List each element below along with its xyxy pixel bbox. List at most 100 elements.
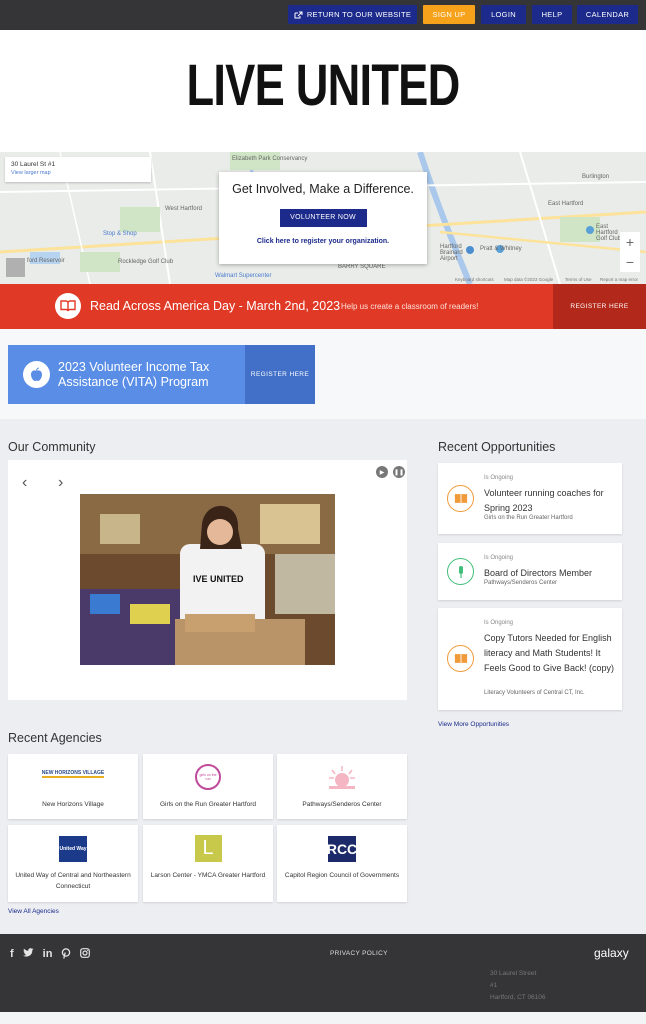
agency-card[interactable]: L Larson Center - YMCA Greater Hartford (143, 825, 273, 902)
apple-icon (23, 361, 50, 388)
view-larger-map-link[interactable]: View larger map (11, 170, 145, 176)
opportunity-org: Literacy Volunteers of Central CT, Inc. (484, 690, 585, 696)
agency-name: Girls on the Run Greater Hartford (159, 801, 257, 808)
map-address: 30 Laurel St #1 (11, 161, 56, 168)
return-to-website-button[interactable]: RETURN TO OUR WEBSITE (288, 5, 417, 24)
opportunity-tag: Is Ongoing (484, 555, 514, 561)
keyboard-shortcuts-link[interactable]: Keyboard shortcuts (455, 277, 494, 282)
twitter-icon[interactable] (22, 948, 34, 962)
login-button[interactable]: LOGIN (481, 5, 526, 24)
agency-card[interactable]: girls on the run Girls on the Run Greate… (143, 754, 273, 819)
signup-button[interactable]: SIGN UP (423, 5, 475, 24)
pinterest-icon[interactable] (61, 948, 71, 962)
get-involved-card: Get Involved, Make a Difference. VOLUNTE… (219, 172, 427, 264)
opportunity-title[interactable]: Board of Directors Member (484, 566, 618, 581)
map-label: Burlington (582, 174, 610, 180)
map-address-box: 30 Laurel St #1 View larger map (5, 157, 151, 182)
opportunity-org: Pathways/Senderos Center (484, 580, 558, 586)
street-view-icon[interactable] (6, 258, 25, 277)
register-organization-link[interactable]: Click here to register your organization… (219, 238, 427, 245)
read-across-america-banner: Read Across America Day - March 2nd, 202… (0, 284, 646, 329)
zoom-out-button[interactable]: − (620, 252, 640, 272)
agency-card[interactable]: United Way United Way of Central and Nor… (8, 825, 138, 902)
volunteer-now-button[interactable]: VOLUNTEER NOW (279, 209, 367, 227)
opportunity-title[interactable]: Volunteer running coaches for Spring 202… (484, 486, 618, 516)
map-label: West Hartford (165, 206, 202, 212)
privacy-policy-link[interactable]: PRIVACY POLICY (330, 950, 388, 957)
opportunity-org: Girls on the Run Greater Hartford (484, 515, 573, 521)
address-line: #1 (490, 982, 498, 989)
agency-logo: L (143, 835, 273, 862)
pause-icon[interactable]: ❚❚ (393, 466, 405, 478)
agency-name: Capitol Region Council of Governments (284, 872, 400, 879)
map-label: Stop & Shop (103, 231, 137, 237)
agency-name: Pathways/Senderos Center (302, 801, 382, 808)
opportunity-tag: Is Ongoing (484, 475, 514, 481)
carousel-next-button[interactable]: › (58, 474, 63, 492)
live-united-logo[interactable]: LIVE UNITED (71, 48, 575, 123)
site-footer: f in PRIVACY POLICY galaxy 30 Laurel Str… (0, 934, 646, 1012)
map-label: Hartford Brainard Airport (440, 244, 463, 262)
agency-card[interactable]: NEW HORIZONS VILLAGE New Horizons Villag… (8, 754, 138, 819)
linkedin-icon[interactable]: in (43, 948, 53, 962)
map-data-text: Map data ©2023 Google (504, 277, 554, 282)
calendar-button[interactable]: CALENDAR (577, 5, 638, 24)
zoom-in-button[interactable]: + (620, 232, 640, 252)
opportunity-card[interactable]: Is Ongoing Volunteer running coaches for… (438, 463, 622, 534)
opportunity-tag: Is Ongoing (484, 620, 514, 626)
facebook-icon[interactable]: f (10, 948, 14, 962)
agency-card[interactable]: Pathways/Senderos Center (277, 754, 407, 819)
play-icon[interactable]: ▶ (376, 466, 388, 478)
vita-card[interactable]: 2023 Volunteer Income Tax Assistance (VI… (8, 345, 245, 404)
agency-logo: NEW HORIZONS VILLAGE (41, 770, 105, 778)
vita-title: 2023 Volunteer Income Tax Assistance (VI… (58, 360, 210, 389)
top-navbar: RETURN TO OUR WEBSITE SIGN UP LOGIN HELP… (0, 0, 646, 30)
get-involved-title: Get Involved, Make a Difference. (232, 182, 414, 196)
agency-logo: girls on the run (143, 764, 273, 790)
agency-name: United Way of Central and Northeastern C… (15, 872, 131, 890)
agency-logo: RCC (277, 836, 407, 862)
our-community-heading: Our Community (8, 440, 96, 454)
opportunity-card[interactable]: Is Ongoing Board of Directors Member Pat… (438, 543, 622, 600)
view-all-agencies-link[interactable]: View All Agencies (8, 908, 59, 915)
microphone-icon (447, 558, 474, 585)
map-label: Elizabeth Park Conservancy (232, 156, 308, 162)
book-icon (447, 485, 474, 512)
external-link-icon (294, 11, 303, 18)
map-label: BARRY SQUARE (338, 264, 386, 270)
agency-card[interactable]: RCC Capitol Region Council of Government… (277, 825, 407, 902)
opportunity-card[interactable]: Is Ongoing Copy Tutors Needed for Englis… (438, 608, 622, 710)
bottom-strip (0, 1012, 646, 1024)
sun-logo-icon (277, 764, 407, 790)
report-error-link[interactable]: Report a map error (600, 277, 638, 282)
help-button[interactable]: HELP (532, 5, 572, 24)
map-label: ford Reservoir (27, 258, 65, 264)
footer-address: 30 Laurel Street #1 Hartford, CT 06106 (490, 968, 546, 1004)
banner-subtitle: Help us create a classroom of readers! (341, 302, 479, 311)
map-label: East Hartford (548, 201, 584, 207)
galaxy-logo[interactable]: galaxy (594, 946, 629, 960)
community-photo: IVE UNITED (80, 494, 335, 665)
book-icon (447, 645, 474, 672)
banner-register-button[interactable]: REGISTER HERE (553, 284, 646, 329)
agency-name: Larson Center - YMCA Greater Hartford (150, 872, 266, 879)
instagram-icon[interactable] (80, 948, 91, 962)
agency-name: New Horizons Village (42, 801, 104, 808)
opportunity-title[interactable]: Copy Tutors Needed for English literacy … (484, 631, 618, 676)
recent-opportunities-heading: Recent Opportunities (438, 440, 556, 454)
vita-register-button[interactable]: REGISTER HERE (245, 345, 315, 404)
map-label: Walmart Supercenter (215, 273, 272, 279)
banner-title: Read Across America Day - March 2nd, 202… (90, 299, 341, 313)
address-line: 30 Laurel Street (490, 970, 537, 977)
social-links: f in (10, 948, 91, 962)
return-label: RETURN TO OUR WEBSITE (306, 10, 412, 19)
terms-link[interactable]: Terms of Use (565, 277, 592, 282)
vita-section: 2023 Volunteer Income Tax Assistance (VI… (0, 329, 646, 419)
map-label: Pratt & Whitney (480, 246, 522, 252)
view-more-opportunities-link[interactable]: View More Opportunities (438, 721, 509, 728)
shirt-text: IVE UNITED (193, 574, 244, 584)
address-line: Hartford, CT 06106 (490, 994, 546, 1001)
carousel-prev-button[interactable]: ‹ (22, 474, 27, 492)
book-icon (55, 293, 81, 319)
map-embed[interactable]: Elizabeth Park Conservancy West Hartford… (0, 152, 646, 284)
